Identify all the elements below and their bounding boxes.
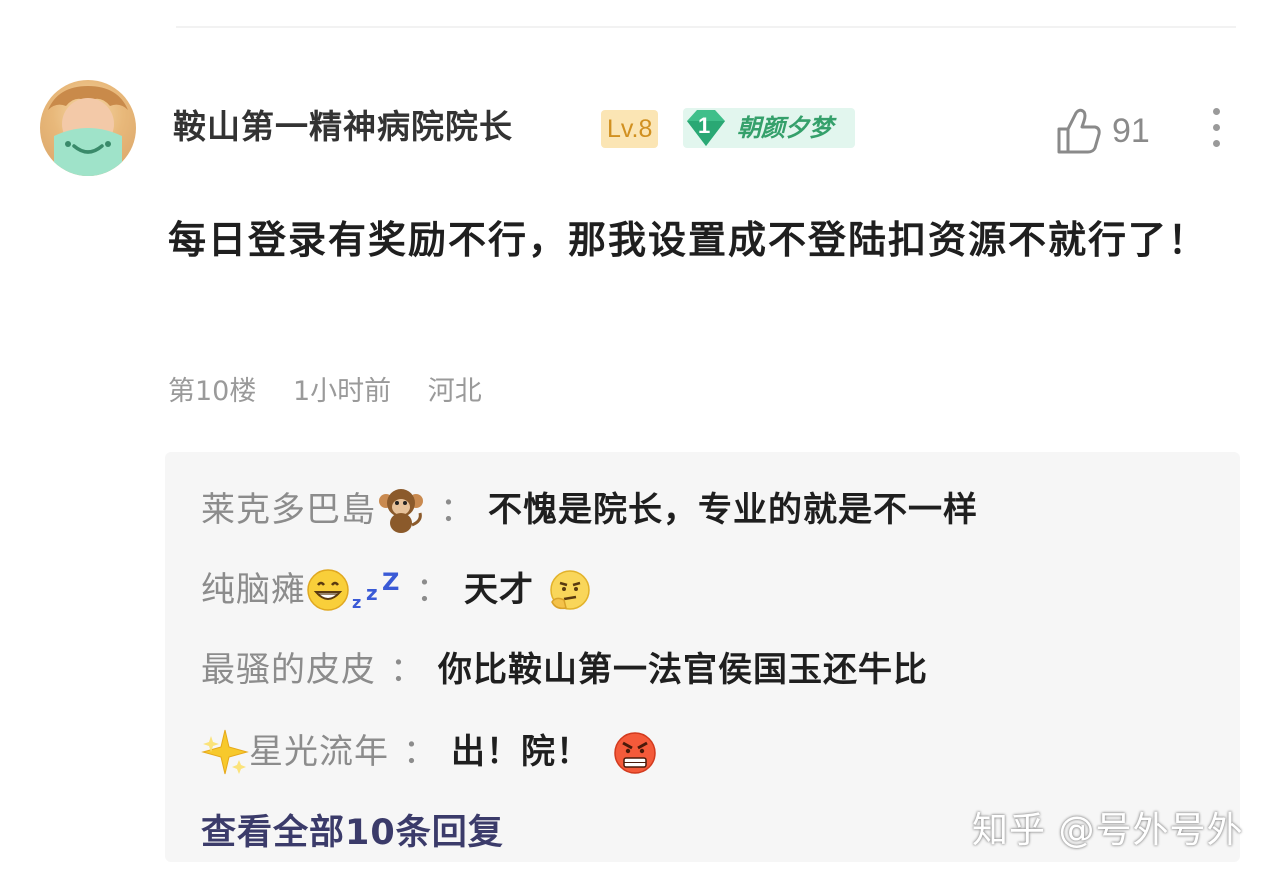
svg-text:Z: Z	[382, 568, 399, 596]
reply-separator: ：	[390, 650, 424, 690]
comment-meta: 第10楼 1小时前 河北	[168, 372, 510, 412]
svg-text:z: z	[352, 593, 361, 612]
reply-text: 不愧是院长，专业的就是不一样	[488, 490, 978, 530]
comment-location: 河北	[427, 376, 482, 407]
like-icon[interactable]	[1056, 107, 1102, 155]
group-badge-name: 朝颜夕梦	[737, 114, 833, 142]
thinking-emoji	[550, 570, 590, 610]
watermark: 知乎 @号外号外	[972, 810, 1244, 851]
more-icon[interactable]	[1210, 108, 1222, 154]
reply-item[interactable]: 纯脑瘫 z z Z ： 天才	[201, 562, 594, 618]
reply-separator: ：	[403, 732, 437, 772]
comment-author[interactable]: 鞍山第一精神病院院长	[173, 103, 513, 151]
avatar-illustration	[48, 86, 128, 176]
view-all-replies-link[interactable]: 查看全部10条回复	[201, 808, 504, 858]
reply-author[interactable]: 星光流年	[249, 724, 389, 780]
top-divider	[176, 26, 1236, 28]
comment-time: 1小时前	[292, 376, 392, 407]
group-badge-number: 1	[698, 113, 711, 138]
svg-text:z: z	[366, 581, 378, 605]
reply-text: 你比鞍山第一法官侯国玉还牛比	[438, 650, 928, 690]
reply-separator: ：	[416, 570, 450, 610]
comment-text: 每日登录有奖励不行，那我设置成不登陆扣资源不就行了！	[168, 218, 1209, 262]
reply-separator: ：	[440, 490, 474, 530]
avatar[interactable]	[40, 80, 136, 176]
level-badge: Lv.8	[601, 110, 659, 148]
sparkle-emoji	[201, 729, 249, 775]
comment-floor: 第10楼	[168, 376, 257, 407]
angry-emoji	[614, 732, 656, 774]
reply-text: 天才	[464, 570, 534, 610]
group-badge[interactable]: 1 朝颜夕梦	[683, 108, 855, 148]
reply-item[interactable]: 星光流年 ： 出！院！	[201, 724, 659, 780]
reply-author[interactable]: 纯脑瘫	[201, 562, 306, 618]
like-count: 91	[1112, 112, 1150, 150]
reply-item[interactable]: 最骚的皮皮 ： 你比鞍山第一法官侯国玉还牛比	[201, 642, 928, 698]
reply-author[interactable]: 最骚的皮皮	[201, 642, 376, 698]
grin-emoji	[307, 569, 349, 611]
monkey-emoji	[379, 489, 423, 533]
reply-item[interactable]: 莱克多巴島 ： 不愧是院长，专业的就是不一样	[201, 482, 978, 538]
zzz-emoji: z z Z	[352, 568, 399, 612]
reply-box: 莱克多巴島 ： 不愧是院长，专业的就是不一样 纯脑瘫 z z Z ： 天才 最骚…	[165, 452, 1240, 862]
reply-author[interactable]: 莱克多巴島	[201, 482, 376, 538]
reply-text: 出！院！	[451, 732, 591, 772]
